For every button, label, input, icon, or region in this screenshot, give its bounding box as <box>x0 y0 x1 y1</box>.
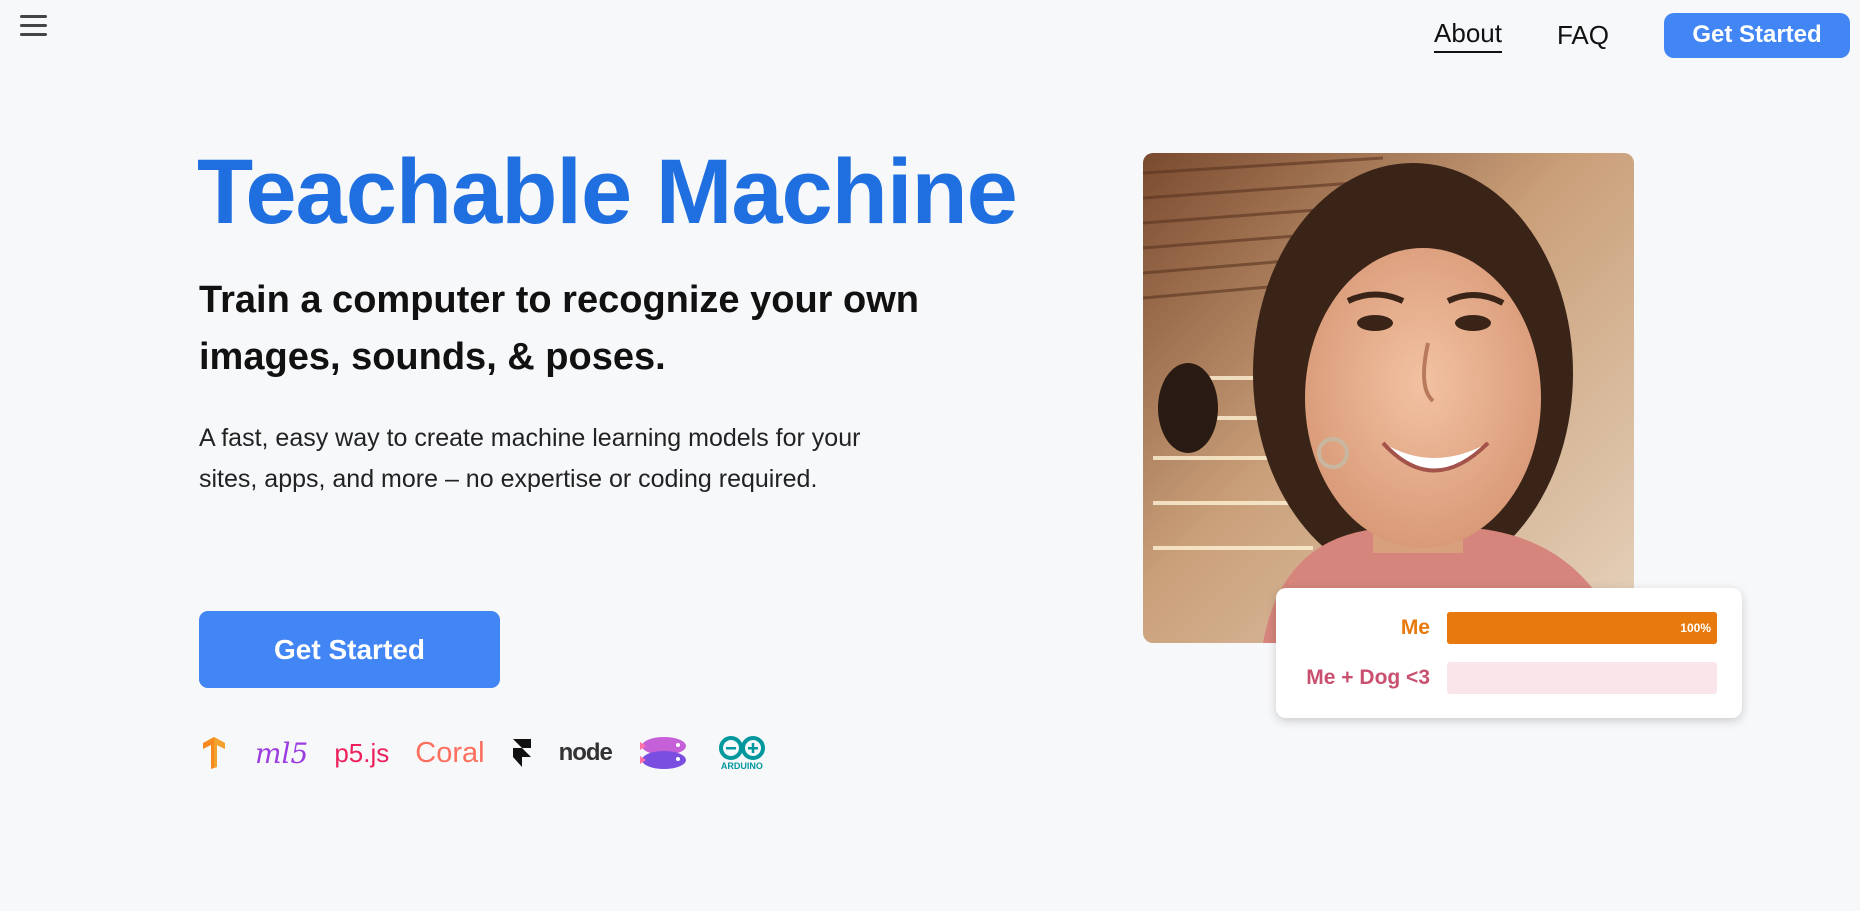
nav-get-started-button[interactable]: Get Started <box>1664 12 1850 58</box>
hero-get-started-button[interactable]: Get Started <box>199 611 500 688</box>
prediction-percent-me: 100% <box>1680 621 1711 635</box>
p5js-logo[interactable]: p5.js <box>334 738 389 769</box>
prediction-bar-fill-me <box>1447 612 1717 644</box>
arduino-logo[interactable]: ARDUINO <box>716 735 768 771</box>
top-nav: About FAQ Get Started <box>1434 10 1860 60</box>
prediction-label-me: Me <box>1400 616 1430 639</box>
glitch-logo[interactable] <box>638 734 690 772</box>
prediction-row-me-dog: Me + Dog <3 <box>1276 662 1742 694</box>
node-logo-text: node <box>558 739 613 766</box>
coral-logo-text: Coral <box>415 736 485 769</box>
ml5-logo[interactable]: ml5 <box>255 737 308 770</box>
ml5-logo-text: ml5 <box>255 736 309 770</box>
arduino-logo-text: ARDUINO <box>720 760 763 771</box>
page-title: Teachable Machine <box>197 141 1018 243</box>
coral-logo[interactable]: Coral <box>415 737 484 770</box>
hamburger-menu-icon[interactable] <box>20 15 50 39</box>
hero-subtitle: Train a computer to recognize your own i… <box>199 279 919 378</box>
framer-logo[interactable] <box>511 737 533 769</box>
hero-description: A fast, easy way to create machine learn… <box>199 424 861 493</box>
nav-link-faq[interactable]: FAQ <box>1557 20 1609 51</box>
tensorflow-logo[interactable] <box>199 737 229 769</box>
node-logo[interactable]: node <box>558 739 613 767</box>
prediction-bar-track-me: 100% <box>1447 612 1717 644</box>
prediction-row-me: Me 100% <box>1276 612 1742 644</box>
prediction-bar-track-me-dog <box>1447 662 1717 694</box>
prediction-card: Me 100% Me + Dog <3 <box>1276 588 1742 718</box>
webcam-preview-image <box>1143 153 1634 643</box>
partner-logos: ml5 p5.js Coral node ARDUINO <box>199 732 794 774</box>
p5js-logo-text: p5.js <box>334 737 390 768</box>
prediction-label-me-dog: Me + Dog <3 <box>1306 666 1430 689</box>
nav-link-about[interactable]: About <box>1434 18 1502 53</box>
